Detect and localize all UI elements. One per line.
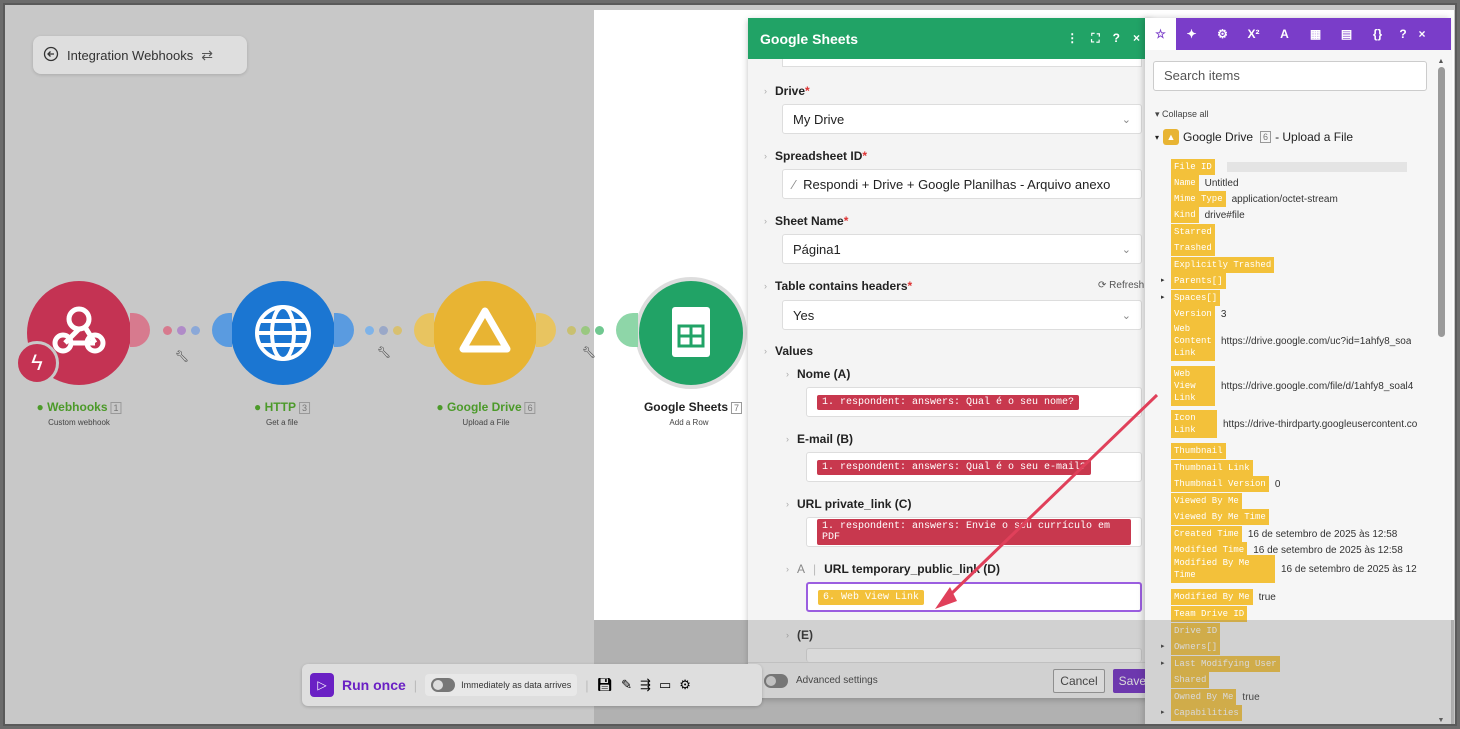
bottom-toolbar: ▷ Run once | Immediately as data arrives… [302,664,762,706]
run-once-label[interactable]: Run once [342,677,406,693]
save-icon[interactable]: 💾︎ [597,677,614,693]
settings-icon[interactable]: ⚙ [679,677,691,693]
app-window: Integration Webhooks ⇄ ϟ 🔧︎ 🔧︎ 🔧︎ ● Webh… [3,3,1457,726]
magic-wand-icon[interactable]: ✎ [621,677,632,693]
run-once-button[interactable]: ▷ [310,673,334,697]
flow-icon[interactable]: ⇶ [640,677,651,693]
annotation-arrow [935,393,1159,609]
datastore-icon[interactable]: ▭ [659,677,671,693]
schedule-toggle[interactable]: Immediately as data arrives [425,674,578,696]
